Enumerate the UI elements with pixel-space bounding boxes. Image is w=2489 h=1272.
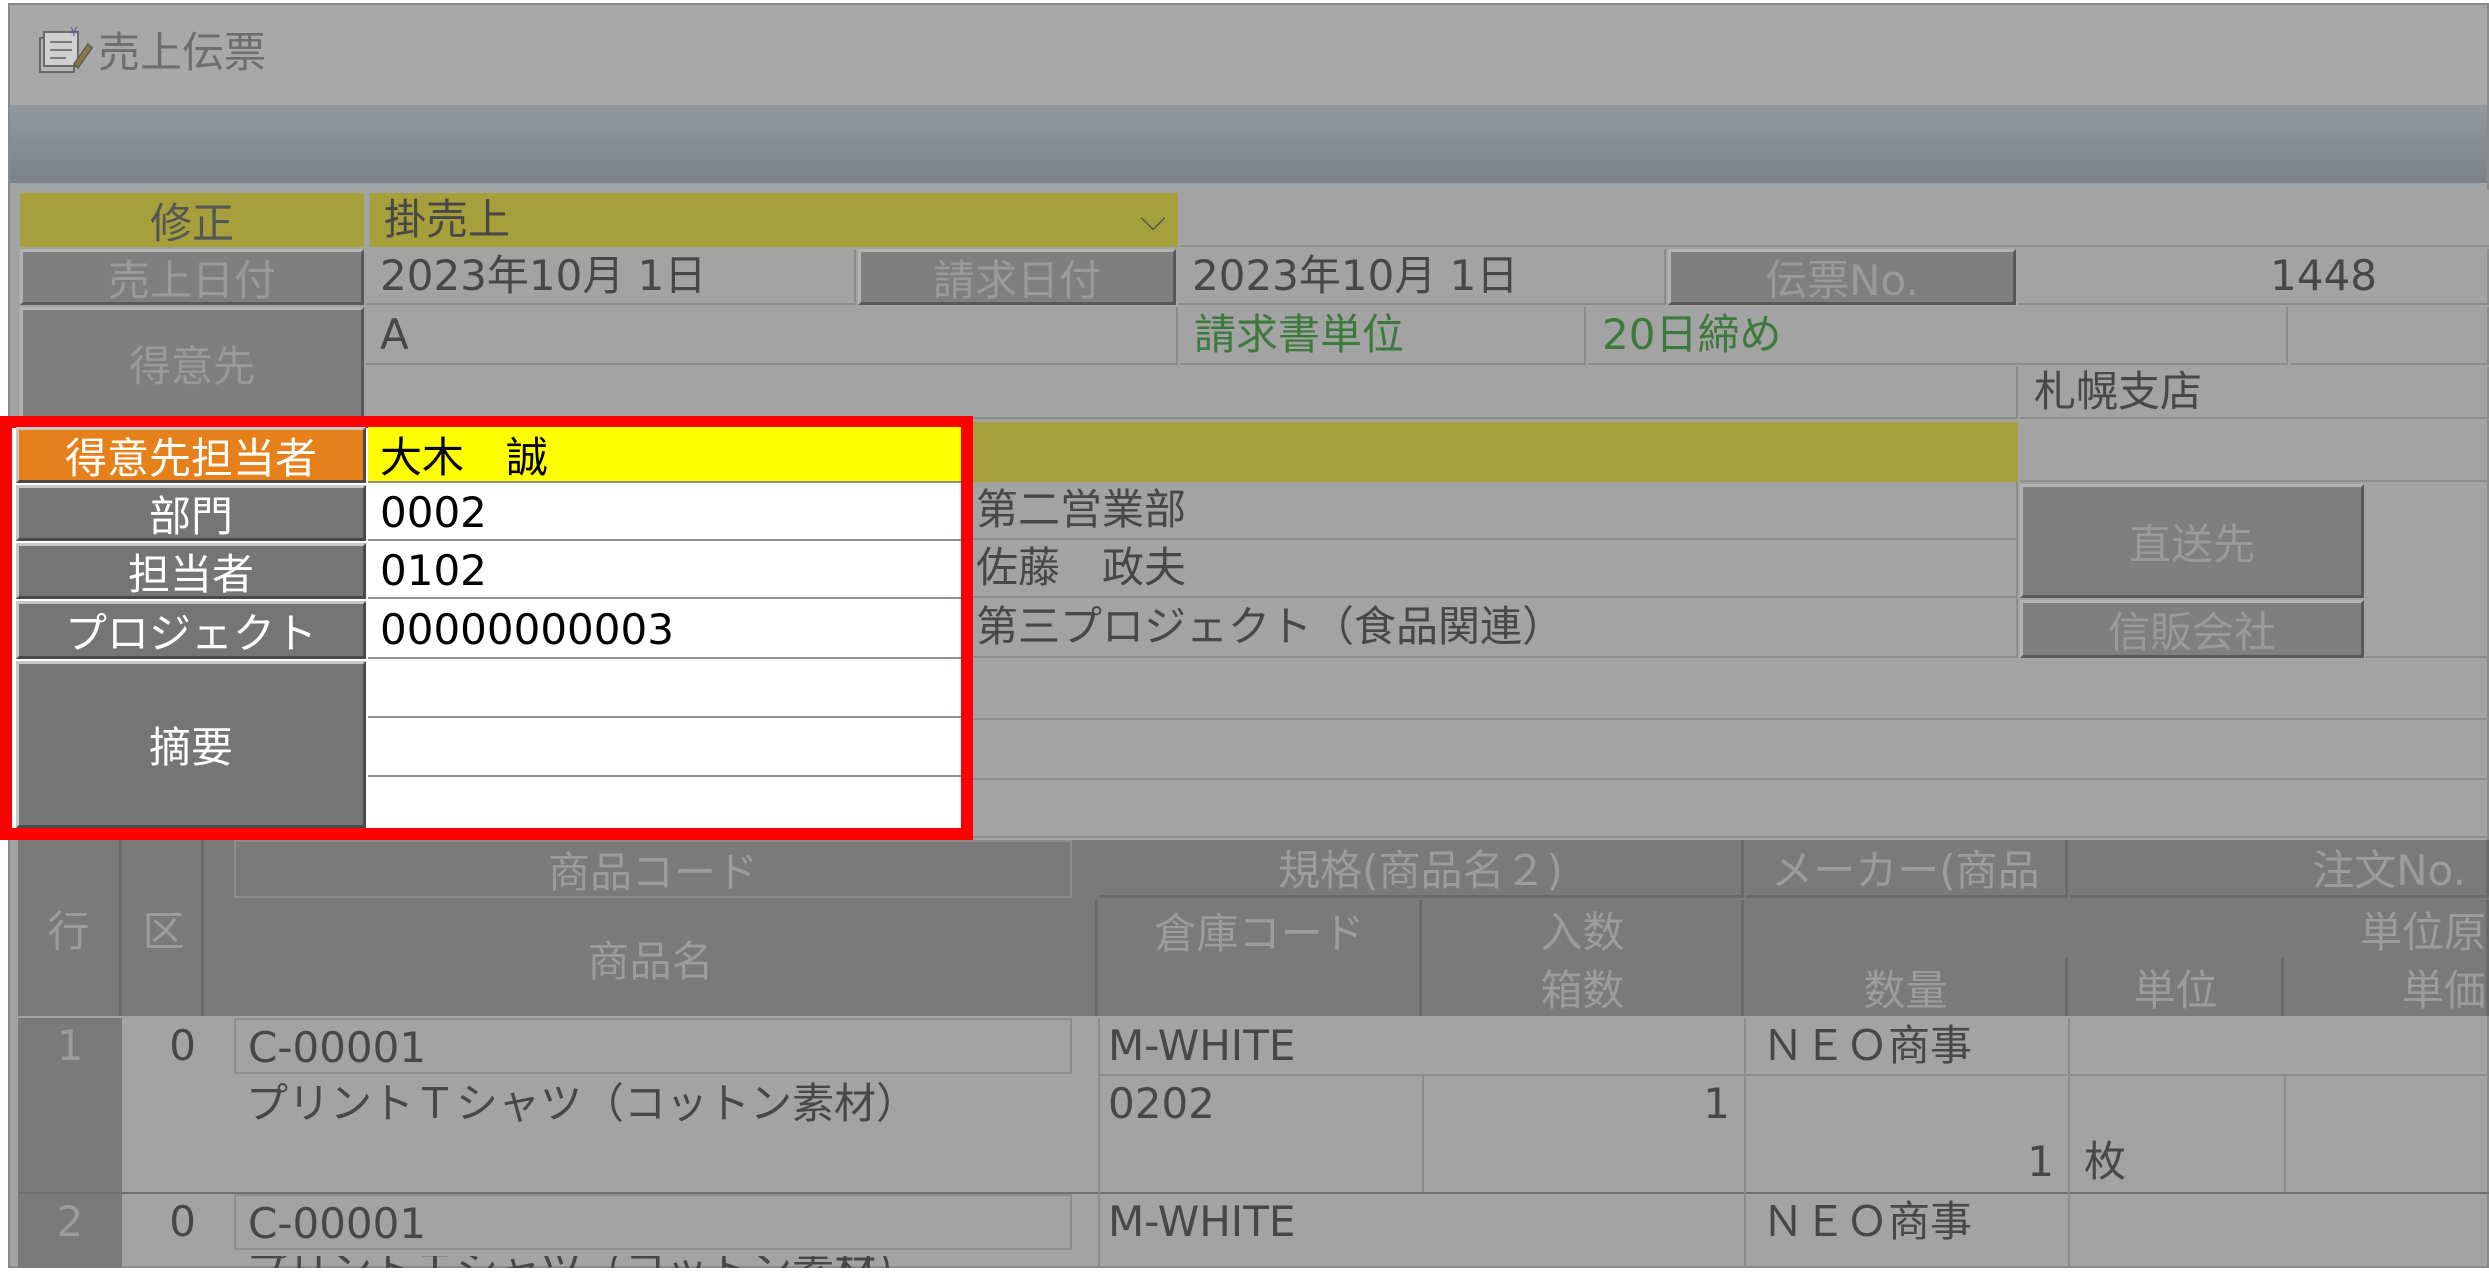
row-1-pack[interactable]: 1 [1424, 1076, 1730, 1132]
row-2-number: 2 [18, 1194, 122, 1268]
row-2-code[interactable]: C-00001 [234, 1194, 1072, 1250]
billing-date-field[interactable]: 2023年10月 1日 [1178, 249, 1666, 305]
credit-company-button[interactable]: 信販会社 [2020, 600, 2364, 658]
row-1-name[interactable]: プリントＴシャツ（コットン素材） [246, 1076, 918, 1132]
col-unit-cost-header: 単位原 [2286, 900, 2489, 958]
row-2-maker: ＮＥＯ商事 [1762, 1197, 1973, 1246]
row-1-warehouse[interactable]: 0202 [1108, 1076, 1215, 1132]
customer-name-field[interactable] [366, 367, 2018, 419]
direct-ship-button[interactable]: 直送先 [2020, 484, 2364, 598]
col-pack-header: 入数 [1424, 900, 1744, 958]
staff-name: 佐藤 政夫 [966, 540, 2018, 598]
project-label: プロジェクト [16, 601, 366, 659]
memo-label: 摘要 [16, 661, 366, 828]
toolbar-ribbon [10, 105, 2487, 183]
grid-vline-1 [1098, 1018, 1100, 1268]
branch-field: 札幌支店 [2020, 367, 2489, 419]
row-1-maker: ＮＥＯ商事 [1762, 1021, 1973, 1070]
col-row-header: 行 [18, 840, 122, 1016]
contact-field[interactable]: 大木 誠 [368, 427, 961, 483]
grid-vline-4 [2068, 1018, 2070, 1268]
sales-date-label: 売上日付 [20, 249, 364, 305]
col-unit-header: 単位 [2070, 958, 2284, 1016]
dept-label: 部門 [16, 485, 366, 541]
slip-no-label: 伝票No. [1668, 249, 2016, 305]
dept-code-field[interactable]: 0002 [368, 485, 961, 541]
dept-name: 第二営業部 [966, 482, 2018, 540]
col-warehouse-header: 倉庫コード [1100, 900, 1422, 1016]
row-1-code[interactable]: C-00001 [234, 1018, 1072, 1074]
customer-extra-cell [2290, 307, 2489, 365]
chevron-down-icon[interactable]: ⌵ [1140, 199, 1166, 239]
memo-field-1[interactable] [368, 661, 961, 718]
title-bar [10, 5, 2487, 105]
mode-label: 修正 [20, 193, 364, 248]
svg-text:¥: ¥ [70, 25, 78, 39]
contact-extra-cell [2020, 422, 2489, 482]
customer-field[interactable]: A [366, 307, 1178, 365]
grid-vline-5 [2284, 1074, 2286, 1192]
row-2-kubun[interactable]: 0 [126, 1194, 204, 1250]
project-code-field[interactable]: 00000000003 [368, 601, 961, 659]
sales-type-select[interactable]: 掛売上 ⌵ [370, 193, 1178, 247]
row-1-kubun[interactable]: 0 [126, 1018, 204, 1074]
row-1-unit[interactable]: 枚 [2084, 1134, 2126, 1190]
col-quantity-header: 数量 [1746, 958, 2068, 1016]
col-box-header: 箱数 [1424, 958, 1744, 1016]
invoice-unit: 請求書単位 [1180, 307, 1586, 365]
col-product-name-header: 商品名 [206, 900, 1098, 1016]
row-2-name: プリントＴシャツ（コットン素材） [246, 1256, 918, 1268]
col-spec-header: 規格(商品名２) [1100, 840, 1744, 898]
staff-code-field[interactable]: 0102 [368, 543, 961, 599]
col-order-no-header: 注文No. [2070, 840, 2489, 898]
row-1-spec[interactable]: M-WHITE [1108, 1018, 1295, 1074]
col-maker-header: メーカー(商品 [1746, 840, 2068, 898]
memo-field-3[interactable] [368, 779, 961, 828]
sales-slip-icon: ¥ [34, 24, 94, 80]
col-product-code-header: 商品コード [234, 840, 1072, 898]
memo-line-3 [966, 836, 2489, 838]
sales-date-field[interactable]: 2023年10月 1日 [366, 249, 856, 305]
closing-day: 20日締め [1588, 307, 2288, 365]
memo-line-1 [966, 718, 2489, 720]
staff-label: 担当者 [16, 543, 366, 599]
window-title: 売上伝票 [98, 28, 267, 77]
col-unit-price-header: 単価 [2286, 958, 2489, 1016]
grid-vline-2 [1422, 1074, 1424, 1192]
customer-label: 得意先 [20, 307, 364, 419]
memo-line-2 [966, 778, 2489, 780]
row-1-line-a [1100, 1074, 2489, 1076]
row-1-number: 1 [18, 1018, 122, 1192]
memo-field-2[interactable] [368, 720, 961, 777]
side-extra-cells [2366, 482, 2489, 658]
row-2-spec[interactable]: M-WHITE [1108, 1194, 1295, 1250]
project-name: 第三プロジェクト（食品関連） [966, 598, 2018, 658]
slip-no-field[interactable]: 1448 [2018, 249, 2489, 305]
mode-row-filler [1180, 193, 2489, 247]
sales-type-value: 掛売上 [384, 195, 511, 244]
ribbon-divider [10, 183, 2487, 187]
grid-vline-3 [1744, 1018, 1746, 1268]
col-kubun-header: 区 [126, 840, 204, 1016]
contact-name-yellow-area [966, 422, 2018, 482]
row-2-name-clipped[interactable]: プリントＴシャツ（コットン素材） [240, 1256, 1020, 1268]
billing-date-label: 請求日付 [858, 249, 1176, 305]
row-1-qty[interactable]: 1 [1746, 1134, 2054, 1190]
contact-label: 得意先担当者 [16, 427, 366, 483]
